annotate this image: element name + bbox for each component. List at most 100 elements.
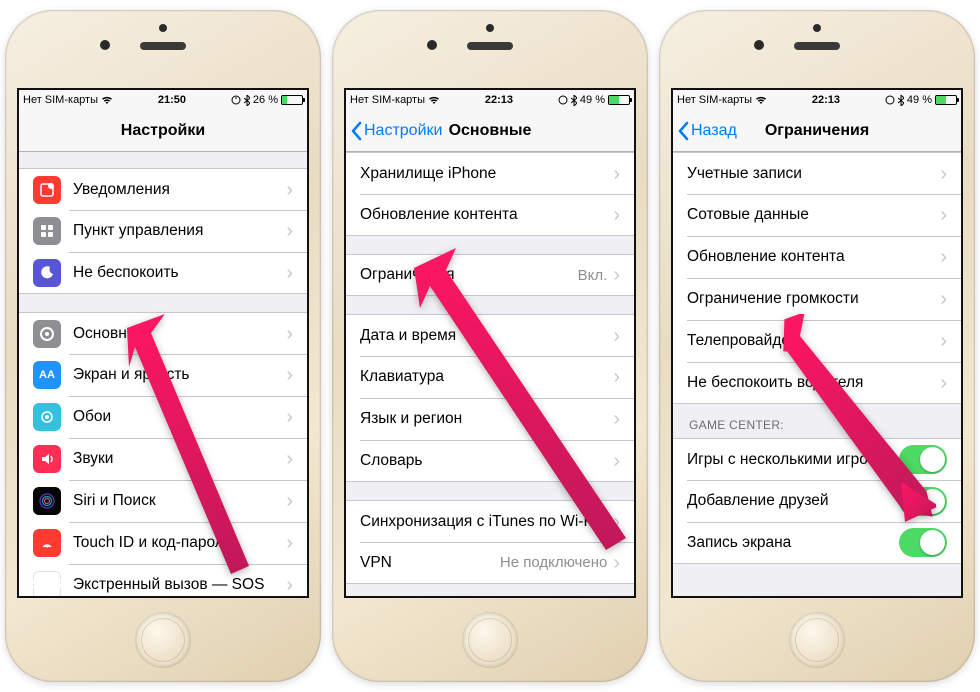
row-background-refresh[interactable]: Обновление контента › <box>346 194 634 236</box>
bluetooth-icon <box>244 95 250 106</box>
battery-percent: 26 % <box>253 94 278 106</box>
row-label: Ограничения <box>360 266 578 284</box>
home-button[interactable] <box>135 612 191 668</box>
row-label: Дата и время <box>360 327 613 345</box>
sensor-dot <box>486 24 494 32</box>
row-volume-limit[interactable]: Ограничение громкости › <box>673 278 961 320</box>
home-button[interactable] <box>789 612 845 668</box>
status-bar: Нет SIM-карты 22:13 49 % <box>673 90 961 110</box>
chevron-right-icon: › <box>613 205 620 225</box>
row-touchid[interactable]: Touch ID и код-пароль › <box>19 522 307 564</box>
chevron-right-icon: › <box>940 373 947 393</box>
row-control-center[interactable]: Пункт управления › <box>19 210 307 252</box>
phone-frame-3: Нет SIM-карты 22:13 49 % Назад Ограничен… <box>659 10 975 682</box>
earpiece-speaker <box>794 42 840 50</box>
section-header-gamecenter: GAME CENTER: <box>673 404 961 438</box>
control-center-icon <box>33 217 61 245</box>
row-label: Основные <box>73 325 286 343</box>
row-notifications[interactable]: Уведомления › <box>19 168 307 210</box>
row-label: Экстренный вызов — SOS <box>73 576 286 594</box>
row-siri[interactable]: Siri и Поиск › <box>19 480 307 522</box>
restrictions-list[interactable]: Учетные записи › Сотовые данные › Обновл… <box>673 152 961 596</box>
front-camera <box>100 40 110 50</box>
chevron-right-icon: › <box>613 164 620 184</box>
toggle-on[interactable] <box>899 445 947 474</box>
nav-bar: Настройки Основные <box>346 110 634 152</box>
settings-list[interactable]: Уведомления › Пункт управления › Не бесп… <box>19 152 307 596</box>
status-bar: Нет SIM-карты 22:13 49 % <box>346 90 634 110</box>
row-keyboard[interactable]: Клавиатура › <box>346 356 634 398</box>
bluetooth-icon <box>571 95 577 106</box>
row-screen-recording[interactable]: Запись экрана <box>673 522 961 564</box>
row-label: Клавиатура <box>360 368 613 386</box>
display-icon: AA <box>33 361 61 389</box>
home-button[interactable] <box>462 612 518 668</box>
row-vpn[interactable]: VPN Не подключено › <box>346 542 634 584</box>
chevron-right-icon: › <box>940 289 947 309</box>
toggle-on[interactable] <box>899 528 947 557</box>
chevron-right-icon: › <box>286 221 293 241</box>
row-storage[interactable]: Хранилище iPhone › <box>346 152 634 194</box>
row-label: VPN <box>360 554 500 572</box>
row-label: Обновление контента <box>360 206 613 224</box>
nav-bar: Назад Ограничения <box>673 110 961 152</box>
chevron-right-icon: › <box>940 205 947 225</box>
row-label: Не беспокоить <box>73 264 286 282</box>
battery-percent: 49 % <box>907 94 932 106</box>
chevron-right-icon: › <box>613 451 620 471</box>
row-label: Экран и яркость <box>73 366 286 384</box>
row-dnd-driving[interactable]: Не беспокоить водителя › <box>673 362 961 404</box>
toggle-on[interactable] <box>899 487 947 516</box>
chevron-right-icon: › <box>940 247 947 267</box>
chevron-left-icon <box>350 121 362 141</box>
row-tv-provider[interactable]: Телепровайдер › <box>673 320 961 362</box>
row-label: Ограничение громкости <box>687 290 940 308</box>
wifi-icon <box>428 95 440 105</box>
row-accounts[interactable]: Учетные записи › <box>673 152 961 194</box>
row-label: Не беспокоить водителя <box>687 374 940 392</box>
row-background-refresh[interactable]: Обновление контента › <box>673 236 961 278</box>
battery-icon <box>608 95 630 105</box>
chevron-right-icon: › <box>286 491 293 511</box>
row-wallpaper[interactable]: Обои › <box>19 396 307 438</box>
row-date-time[interactable]: Дата и время › <box>346 314 634 356</box>
back-button[interactable]: Назад <box>677 110 737 151</box>
back-label: Назад <box>691 122 737 140</box>
row-dictionary[interactable]: Словарь › <box>346 440 634 482</box>
carrier-label: Нет SIM-карты <box>350 94 425 106</box>
row-itunes-wifi-sync[interactable]: Синхронизация с iTunes по Wi-Fi › <box>346 500 634 542</box>
chevron-right-icon: › <box>286 575 293 595</box>
siri-icon <box>33 487 61 515</box>
row-label: Хранилище iPhone <box>360 165 613 183</box>
nav-bar: Настройки <box>19 110 307 152</box>
orientation-lock-icon <box>885 95 895 105</box>
row-restrictions[interactable]: Ограничения Вкл. › <box>346 254 634 296</box>
screen-3: Нет SIM-карты 22:13 49 % Назад Ограничен… <box>671 88 963 598</box>
chevron-right-icon: › <box>613 265 620 285</box>
row-label: Touch ID и код-пароль <box>73 534 286 552</box>
general-list[interactable]: Хранилище iPhone › Обновление контента ›… <box>346 152 634 596</box>
row-sos[interactable]: SOS Экстренный вызов — SOS › <box>19 564 307 596</box>
row-multiplayer-games[interactable]: Игры с несколькими игрока... <box>673 438 961 480</box>
row-label: Язык и регион <box>360 410 613 428</box>
sos-icon: SOS <box>33 571 61 597</box>
notifications-icon <box>33 176 61 204</box>
row-label: Телепровайдер <box>687 332 940 350</box>
battery-icon <box>281 95 303 105</box>
chevron-right-icon: › <box>613 409 620 429</box>
row-detail: Не подключено <box>500 554 607 571</box>
wifi-icon <box>755 95 767 105</box>
row-label: Звуки <box>73 450 286 468</box>
bluetooth-icon <box>898 95 904 106</box>
row-language-region[interactable]: Язык и регион › <box>346 398 634 440</box>
row-adding-friends[interactable]: Добавление друзей <box>673 480 961 522</box>
page-title: Настройки <box>121 122 205 140</box>
row-display[interactable]: AA Экран и яркость › <box>19 354 307 396</box>
row-dnd[interactable]: Не беспокоить › <box>19 252 307 294</box>
row-general[interactable]: Основные › <box>19 312 307 354</box>
row-cellular-data[interactable]: Сотовые данные › <box>673 194 961 236</box>
row-sounds[interactable]: Звуки › <box>19 438 307 480</box>
dnd-icon <box>33 259 61 287</box>
back-button[interactable]: Настройки <box>350 110 442 151</box>
chevron-right-icon: › <box>613 326 620 346</box>
